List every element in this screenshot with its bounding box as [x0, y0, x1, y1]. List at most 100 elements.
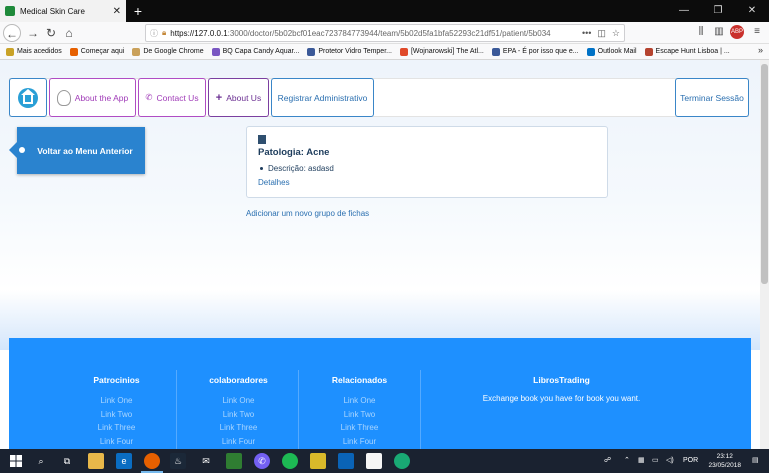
details-link[interactable]: Detalhes: [258, 178, 596, 187]
bookmark-item[interactable]: Mais acedidos: [6, 47, 62, 56]
bookmark-item[interactable]: [Wojnarowski] The Atl...: [399, 47, 484, 56]
reload-icon[interactable]: ↻: [42, 24, 60, 42]
url-text[interactable]: https://127.0.0.1:3000/doctor/5b02bcf01e…: [170, 29, 576, 38]
url-bar[interactable]: ⓘ 🔒︎ https://127.0.0.1:3000/doctor/5b02b…: [145, 24, 625, 42]
add-file-group-link[interactable]: Adicionar um novo grupo de fichas: [246, 209, 369, 218]
spotify-icon[interactable]: [282, 453, 298, 469]
clock[interactable]: 23:12 23/05/2018: [708, 452, 741, 470]
bookmark-item[interactable]: EPA - É por isso que e...: [491, 47, 579, 56]
info-icon[interactable]: ⓘ: [150, 28, 158, 39]
footer-column-related: Relacionados Link One Link Two Link Thre…: [307, 375, 412, 448]
battery-icon[interactable]: ▭: [652, 449, 659, 473]
file-explorer-icon[interactable]: [88, 453, 104, 469]
bookmark-icon: [399, 47, 408, 56]
bookmarks-overflow-icon[interactable]: »: [758, 45, 763, 55]
page-scrollbar[interactable]: [760, 60, 769, 449]
notifications-icon[interactable]: ▤: [752, 449, 759, 473]
footer-divider: [176, 370, 177, 449]
home-icon[interactable]: ⌂: [60, 24, 78, 42]
new-tab-button[interactable]: +: [130, 2, 146, 20]
close-window-button[interactable]: ✕: [735, 0, 769, 22]
task-view-icon[interactable]: ⧉: [59, 453, 75, 469]
register-admin-label: Registrar Administrativo: [277, 92, 368, 103]
footer-link[interactable]: Link One: [64, 394, 169, 408]
pathology-title: Patologia: Acne: [258, 147, 330, 158]
windows-start-icon[interactable]: [8, 453, 24, 469]
footer-link[interactable]: Link Three: [307, 421, 412, 435]
footer-link[interactable]: Link Four: [307, 435, 412, 449]
bookmark-item[interactable]: Protetor Vidro Temper...: [307, 47, 392, 56]
search-icon[interactable]: ⌕: [33, 453, 49, 469]
browser-tab[interactable]: Medical Skin Care ✕: [0, 0, 126, 22]
bookmark-label: De Google Chrome: [143, 48, 204, 55]
steam-icon[interactable]: ♨: [170, 453, 186, 469]
adblock-icon[interactable]: ABP: [730, 25, 744, 39]
footer-column-title: Relacionados: [331, 375, 388, 385]
folder-icon[interactable]: [310, 453, 326, 469]
vscode-icon[interactable]: [338, 453, 354, 469]
bookmark-icon: [211, 47, 220, 56]
library-icon[interactable]: ⫼: [694, 25, 708, 39]
logout-button[interactable]: Terminar Sessão: [675, 78, 749, 117]
people-icon[interactable]: ☍: [604, 449, 611, 473]
back-dot-icon: [19, 147, 25, 153]
contact-us-button[interactable]: ✆ Contact Us: [138, 78, 206, 117]
restore-button[interactable]: ❐: [701, 0, 735, 22]
site-favicon-icon: [5, 6, 15, 16]
network-icon[interactable]: ▦: [638, 449, 645, 473]
bookmark-label: Escape Hunt Lisboa | ...: [655, 48, 730, 55]
bookmark-label: Mais acedidos: [17, 48, 62, 55]
tab-close-icon[interactable]: ✕: [113, 6, 121, 17]
about-us-button[interactable]: + About Us: [208, 78, 269, 117]
bookmark-item[interactable]: Outlook Mail: [586, 47, 637, 56]
back-arrow-icon[interactable]: ←: [3, 24, 21, 42]
pocket-icon[interactable]: ◫: [597, 28, 606, 39]
home-icon: [18, 87, 38, 108]
about-us-label: About Us: [226, 92, 262, 103]
home-button[interactable]: [9, 78, 47, 117]
firefox-icon[interactable]: [144, 453, 160, 469]
bookmark-item[interactable]: BQ Capa Candy Aquar...: [211, 47, 299, 56]
store-icon[interactable]: [226, 453, 242, 469]
forward-arrow-icon[interactable]: →: [24, 24, 42, 42]
footer-link[interactable]: Link Four: [64, 435, 169, 449]
volume-icon[interactable]: ◁): [666, 449, 674, 473]
bookmark-star-icon[interactable]: ☆: [612, 28, 620, 39]
bookmark-item[interactable]: Escape Hunt Lisboa | ...: [644, 47, 730, 56]
minimize-button[interactable]: —: [667, 0, 701, 22]
register-admin-button[interactable]: Registrar Administrativo: [271, 78, 374, 117]
footer-link[interactable]: Link One: [307, 394, 412, 408]
viber-icon[interactable]: ✆: [254, 453, 270, 469]
clock-time: 23:12: [716, 453, 733, 460]
footer-column-title: colaboradores: [209, 375, 268, 385]
insecure-lock-icon[interactable]: 🔒︎: [162, 28, 166, 38]
footer-link[interactable]: Link Three: [186, 421, 291, 435]
scrollbar-thumb[interactable]: [761, 64, 768, 284]
footer-divider: [298, 370, 299, 449]
bookmark-icon: [6, 47, 14, 56]
bookmark-item[interactable]: De Google Chrome: [132, 47, 204, 56]
mail-icon[interactable]: ✉: [198, 453, 214, 469]
edge-icon[interactable]: e: [116, 453, 132, 469]
footer-link[interactable]: Link Three: [64, 421, 169, 435]
footer-link[interactable]: Link Two: [186, 408, 291, 422]
bookmark-item[interactable]: Começar aqui: [69, 47, 124, 56]
page-actions-icon[interactable]: •••: [582, 28, 591, 38]
sidebar-icon[interactable]: ▥: [712, 25, 726, 39]
footer-link[interactable]: Link Two: [307, 408, 412, 422]
footer-column-librostrading: LibrosTrading Exchange book you have for…: [429, 375, 694, 403]
menu-icon[interactable]: ≡: [750, 25, 764, 39]
back-to-menu-button[interactable]: Voltar ao Menu Anterior: [9, 127, 145, 174]
tray-chevron-icon[interactable]: ⌃: [624, 449, 630, 473]
bookmark-label: EPA - É por isso que e...: [502, 48, 579, 55]
app-icon[interactable]: [394, 453, 410, 469]
language-indicator[interactable]: POR: [683, 449, 698, 473]
footer-link[interactable]: Link Four: [186, 435, 291, 449]
about-app-button[interactable]: About the App: [49, 78, 136, 117]
footer-link[interactable]: Link Two: [64, 408, 169, 422]
footer-column-collaborators: colaboradores Link One Link Two Link Thr…: [186, 375, 291, 448]
footer-link[interactable]: Link One: [186, 394, 291, 408]
description-text: Descrição: asdasd: [268, 164, 334, 173]
notepad-icon[interactable]: [366, 453, 382, 469]
footer-tagline: Exchange book you have for book you want…: [482, 394, 641, 403]
